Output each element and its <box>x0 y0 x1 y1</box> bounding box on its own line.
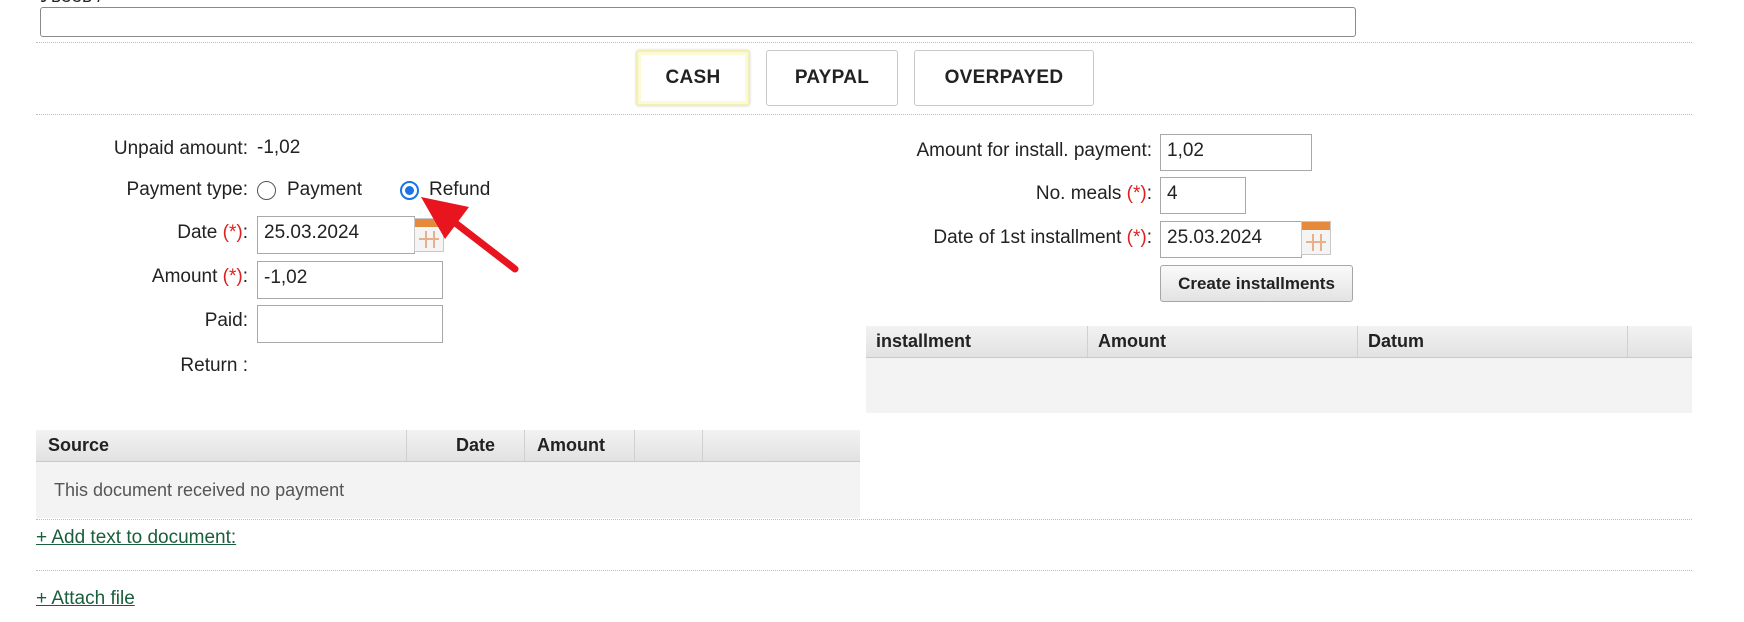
overpayed-button-label: OVERPAYED <box>944 67 1064 88</box>
payment-radio[interactable] <box>257 181 276 200</box>
first-installment-input[interactable]: 25.03.2024 <box>1160 221 1302 258</box>
divider <box>36 570 1692 571</box>
payment-radio-label[interactable]: Payment <box>287 179 362 201</box>
column-header-extra <box>1627 326 1692 357</box>
calendar-icon[interactable] <box>1301 221 1331 255</box>
date-input[interactable]: 25.03.2024 <box>257 216 415 254</box>
divider <box>36 42 1692 43</box>
unpaid-amount-label: Unpaid amount: <box>113 138 248 159</box>
create-installments-button[interactable]: Create installments <box>1160 265 1353 302</box>
cash-button[interactable]: CASH <box>636 50 750 106</box>
column-header-installment[interactable]: installment <box>876 326 971 357</box>
divider <box>36 114 1692 115</box>
column-header-date[interactable]: Date <box>406 430 524 461</box>
return-label: Return : <box>180 355 248 376</box>
installments-table-body <box>866 358 1692 413</box>
date-label: Date (*): <box>177 222 248 243</box>
payments-table-header: Source Date Amount <box>36 430 860 462</box>
add-text-link[interactable]: + Add text to document: <box>36 527 236 549</box>
payment-type-label: Payment type: <box>126 179 248 200</box>
install-amount-label: Amount for install. payment: <box>916 140 1153 161</box>
paypal-button[interactable]: PAYPAL <box>766 50 898 106</box>
column-header-source[interactable]: Source <box>48 430 109 461</box>
annotation-arrow-icon <box>421 197 519 273</box>
column-header-extra <box>702 430 860 461</box>
paid-label: Paid: <box>204 310 248 331</box>
attach-file-link[interactable]: + Attach file <box>36 588 135 610</box>
meals-input[interactable]: 4 <box>1160 177 1246 214</box>
install-amount-input[interactable]: 1,02 <box>1160 134 1312 171</box>
unpaid-amount-value: -1,02 <box>257 137 301 158</box>
column-header-amount[interactable]: Amount <box>524 430 634 461</box>
overpayed-button[interactable]: OVERPAYED <box>914 50 1094 106</box>
meals-label: No. meals (*): <box>1035 183 1152 204</box>
amount-label: Amount (*): <box>151 266 248 287</box>
column-header-extra <box>634 430 702 461</box>
cash-button-label: CASH <box>665 67 721 88</box>
empty-payments-message: This document received no payment <box>54 480 345 500</box>
column-header-amount[interactable]: Amount <box>1087 326 1357 357</box>
divider <box>36 519 1692 520</box>
payments-table-body: This document received no payment <box>36 462 860 518</box>
paypal-button-label: PAYPAL <box>794 67 870 88</box>
column-header-datum[interactable]: Datum <box>1357 326 1627 357</box>
installments-table-header: installment Amount Datum <box>866 326 1692 358</box>
top-text-input[interactable] <box>40 7 1356 37</box>
paid-input[interactable] <box>257 305 443 343</box>
first-installment-label: Date of 1st installment (*): <box>933 227 1152 248</box>
